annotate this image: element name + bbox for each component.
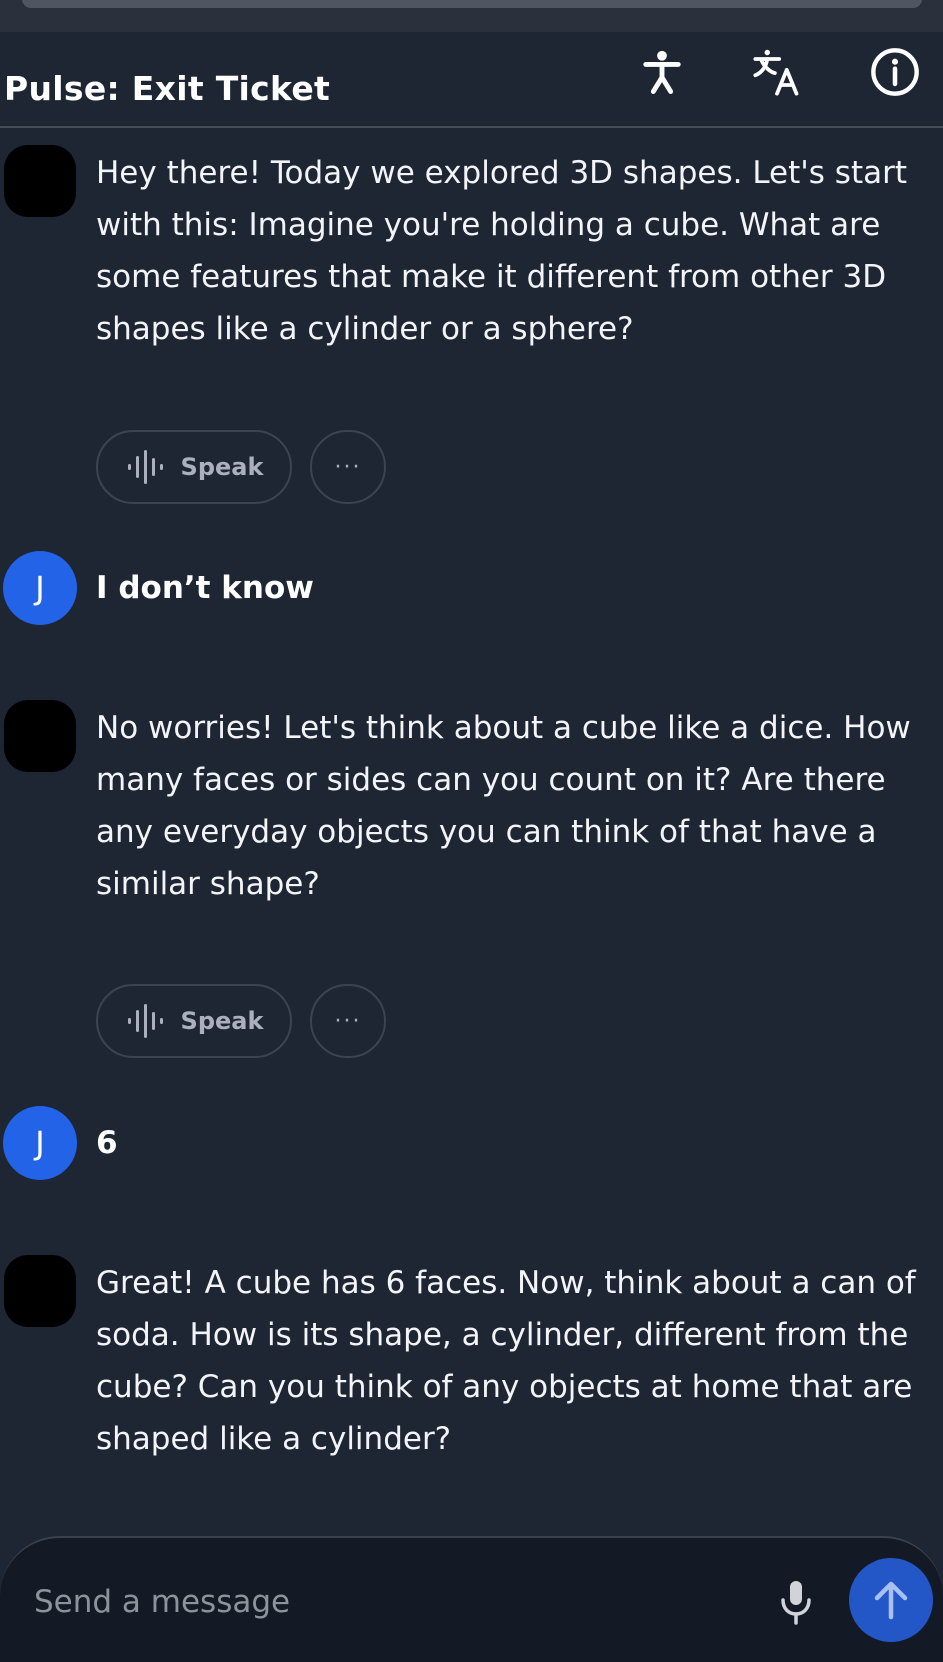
user-avatar: J	[3, 1106, 77, 1180]
waveform-icon	[127, 450, 163, 484]
speak-button-label: Speak	[180, 1007, 264, 1035]
more-options-button[interactable]: ···	[310, 430, 386, 504]
microphone-button[interactable]	[770, 1574, 822, 1630]
message-composer	[0, 1536, 943, 1662]
assistant-message-text: Hey there! Today we explored 3D shapes. …	[96, 155, 907, 347]
assistant-message-text: Great! A cube has 6 faces. Now, think ab…	[96, 1265, 916, 1457]
accessibility-icon[interactable]	[630, 40, 694, 104]
speak-button-label: Speak	[180, 453, 264, 481]
more-options-button[interactable]: ···	[310, 984, 386, 1058]
user-message-text: I don’t know	[96, 570, 314, 606]
arrow-up-icon	[874, 1581, 908, 1620]
assistant-avatar	[4, 700, 76, 772]
page-title: Pulse: Exit Ticket	[4, 69, 331, 108]
info-icon[interactable]	[863, 40, 927, 104]
chat-page: Pulse: Exit Ticket Hey there! Today we e…	[0, 0, 943, 1662]
drag-handle	[22, 0, 922, 8]
more-icon: ···	[334, 454, 362, 480]
assistant-avatar	[4, 1255, 76, 1327]
user-message-text: 6	[96, 1125, 118, 1161]
assistant-avatar	[4, 145, 76, 217]
assistant-message-text: No worries! Let's think about a cube lik…	[96, 710, 911, 902]
send-button[interactable]	[849, 1558, 933, 1642]
user-avatar-initial: J	[35, 569, 45, 607]
waveform-icon	[127, 1004, 163, 1038]
message-input[interactable]	[34, 1578, 734, 1626]
speak-button[interactable]: Speak	[96, 984, 292, 1058]
speak-button[interactable]: Speak	[96, 430, 292, 504]
user-avatar: J	[3, 551, 77, 625]
user-avatar-initial: J	[35, 1124, 45, 1162]
more-icon: ···	[334, 1008, 362, 1034]
top-strip	[0, 0, 943, 32]
header: Pulse: Exit Ticket	[0, 32, 943, 128]
microphone-icon	[781, 1581, 811, 1625]
translate-icon[interactable]	[745, 40, 809, 104]
